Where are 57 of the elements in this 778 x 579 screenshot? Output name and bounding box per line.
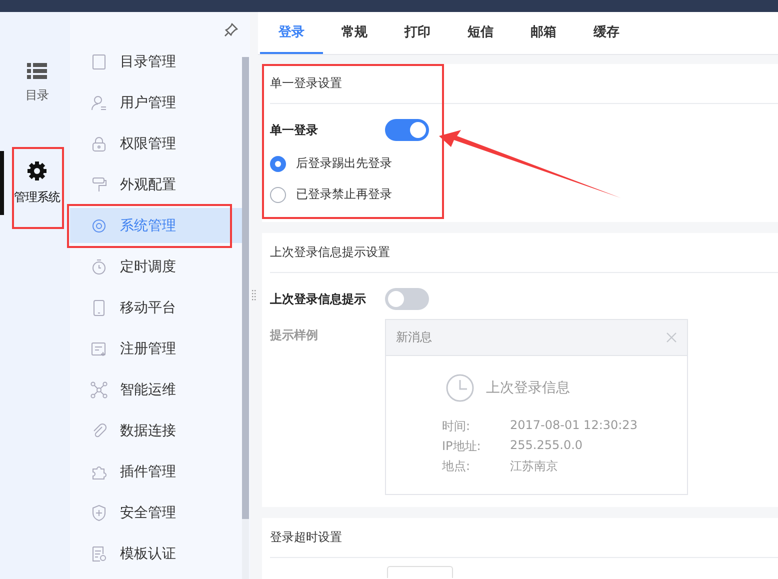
info-label: 时间: xyxy=(442,418,472,434)
stopwatch-icon xyxy=(90,258,108,276)
radio-button[interactable] xyxy=(270,186,286,202)
toggle-label: 单一登录 xyxy=(270,122,319,138)
tab[interactable]: 邮箱 xyxy=(512,12,575,54)
radio-option[interactable]: 已登录禁止再登录 xyxy=(270,179,778,210)
tab[interactable]: 登录 xyxy=(260,12,323,54)
drag-handle-icon[interactable] xyxy=(252,290,256,302)
info-value: 255.255.0.0 xyxy=(510,438,583,454)
user-icon xyxy=(90,94,108,112)
input-field[interactable] xyxy=(387,566,453,578)
field-label: 提示样例 xyxy=(270,327,319,344)
section-title: 登录超时设置 xyxy=(270,529,342,546)
sidebar-item[interactable]: 智能运维 xyxy=(70,372,242,407)
sidebar-item[interactable]: 权限管理 xyxy=(70,126,242,161)
info-label: IP地址: xyxy=(442,438,482,454)
table-icon xyxy=(90,52,108,70)
sidebar-item[interactable]: 用户管理 xyxy=(70,85,242,120)
sidebar-item[interactable]: 目录管理 xyxy=(70,44,242,79)
radio-option[interactable]: 后登录踢出先登录 xyxy=(270,148,778,179)
info-label: 地点: xyxy=(442,458,472,474)
paint-roller-icon xyxy=(90,176,108,194)
network-icon xyxy=(90,380,108,398)
notification-title: 新消息 xyxy=(396,329,432,346)
tab[interactable]: 打印 xyxy=(386,12,449,54)
settings-icon xyxy=(27,160,47,180)
rail-item[interactable]: 目录 xyxy=(0,55,70,111)
tab[interactable]: 常规 xyxy=(323,12,386,54)
sidebar-item[interactable]: 注册管理 xyxy=(70,331,242,366)
sidebar-item[interactable]: 外观配置 xyxy=(70,167,242,202)
gear-icon xyxy=(90,216,108,234)
document-icon xyxy=(90,544,108,562)
notification-heading: 上次登录信息 xyxy=(486,379,570,397)
close-icon xyxy=(666,332,677,343)
sidebar-item[interactable]: 数据连接 xyxy=(70,413,242,448)
sidebar-item[interactable]: 插件管理 xyxy=(70,454,242,489)
sidebar-item[interactable]: 移动平台 xyxy=(70,290,242,325)
info-value: 2017-08-01 12:30:23 xyxy=(510,418,638,434)
toggle-label: 上次登录信息提示 xyxy=(270,290,367,308)
clock-icon xyxy=(446,374,474,402)
menu-icon xyxy=(27,62,47,78)
section-title: 上次登录信息提示设置 xyxy=(270,244,390,261)
toggle-switch[interactable] xyxy=(385,119,429,141)
shield-icon xyxy=(90,504,108,522)
radio-button[interactable] xyxy=(270,156,286,172)
tab[interactable]: 缓存 xyxy=(575,12,638,54)
section-title: 单一登录设置 xyxy=(270,75,342,92)
form-icon xyxy=(90,340,108,358)
toggle-switch[interactable] xyxy=(385,288,429,310)
pin-icon[interactable] xyxy=(224,23,238,37)
info-value: 江苏南京 xyxy=(510,458,558,474)
sidebar-item[interactable]: 模板认证 xyxy=(70,536,242,571)
tab[interactable]: 短信 xyxy=(449,12,512,54)
sidebar-item[interactable]: 定时调度 xyxy=(70,249,242,284)
scrollbar-thumb[interactable] xyxy=(242,57,249,519)
sidebar-item[interactable]: 安全管理 xyxy=(70,495,242,530)
lock-icon xyxy=(90,134,108,152)
